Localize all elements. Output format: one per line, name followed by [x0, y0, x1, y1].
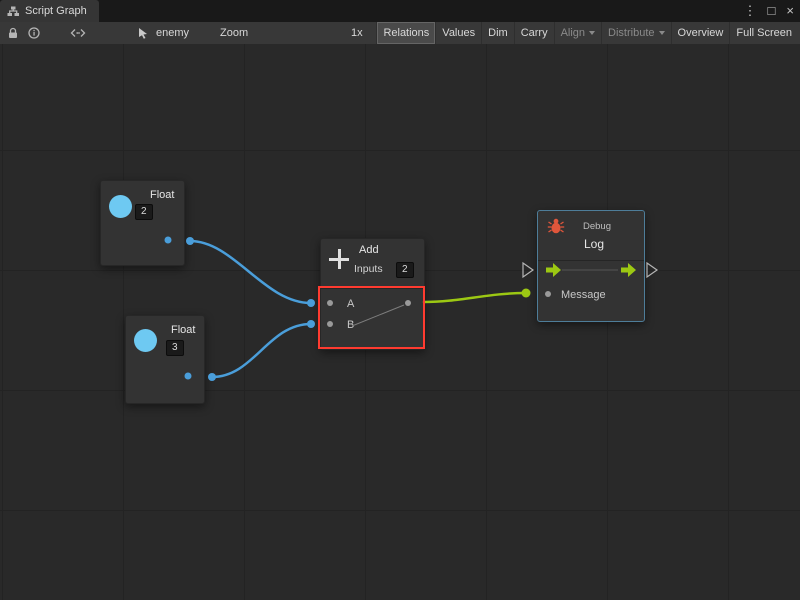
node-title: Log: [584, 237, 604, 251]
graph-toolbar: enemy Zoom 1x Relations Values Dim Carry…: [0, 22, 800, 45]
node-float-1[interactable]: Float 2: [100, 180, 185, 266]
wire-endpoint[interactable]: [186, 237, 194, 245]
wire-float1-to-add-a[interactable]: [190, 241, 311, 303]
toolbar-button-carry[interactable]: Carry: [514, 22, 554, 44]
code-brackets-icon[interactable]: [70, 27, 86, 39]
toolbar-button-distribute[interactable]: Distribute: [601, 22, 670, 44]
toolbar-button-values[interactable]: Values: [435, 22, 481, 44]
info-icon[interactable]: [28, 27, 40, 39]
window-controls: ⋮ □ ×: [744, 0, 794, 22]
node-category: Debug: [583, 221, 611, 232]
toolbar-button-align[interactable]: Align: [554, 22, 601, 44]
inputs-label: Inputs: [354, 263, 383, 275]
plus-icon: [329, 249, 349, 269]
graph-canvas[interactable]: Float 2 Float 3 Add Inputs 2 A B: [0, 44, 800, 600]
float-value-field[interactable]: 3: [166, 340, 184, 356]
zoom-value: 1x: [351, 22, 363, 44]
float-value-field[interactable]: 2: [135, 204, 153, 220]
wire-endpoint[interactable]: [208, 373, 216, 381]
tab-script-graph[interactable]: Script Graph: [0, 0, 99, 22]
selection-highlight-red: [318, 286, 425, 349]
node-title: Float: [150, 189, 174, 201]
port-label-message: Message: [561, 289, 606, 302]
wire-endpoint[interactable]: [307, 299, 315, 307]
toolbar-button-distribute-label: Distribute: [608, 27, 654, 39]
node-divider: [538, 260, 644, 261]
node-title: Float: [171, 324, 195, 336]
zoom-label: Zoom: [220, 22, 248, 44]
script-graph-icon: [7, 6, 19, 17]
unity-script-graph-window: Script Graph ⋮ □ × enemy: [0, 0, 800, 600]
window-maximize-button[interactable]: □: [768, 0, 776, 22]
wire-endpoint[interactable]: [307, 320, 315, 328]
window-close-button[interactable]: ×: [786, 0, 794, 22]
node-float-2[interactable]: Float 3: [125, 315, 205, 404]
toolbar-button-full-screen[interactable]: Full Screen: [729, 22, 798, 44]
lock-icon[interactable]: [7, 27, 19, 39]
wire-endpoint[interactable]: [522, 289, 531, 298]
toolbar-button-dim[interactable]: Dim: [481, 22, 514, 44]
graph-target-field[interactable]: enemy: [138, 22, 189, 44]
debug-flow-input-port[interactable]: [523, 263, 533, 277]
float-circle-icon: [134, 329, 157, 352]
debug-flow-output-port[interactable]: [647, 263, 657, 277]
node-title: Add: [359, 244, 379, 256]
float-circle-icon: [109, 195, 132, 218]
toolbar-button-relations[interactable]: Relations: [376, 22, 435, 44]
node-debug-log[interactable]: Debug Log Message: [537, 210, 645, 322]
toolbar-button-align-label: Align: [561, 27, 585, 39]
wire-add-to-debug-message[interactable]: [424, 293, 526, 302]
window-menu-button[interactable]: ⋮: [744, 0, 757, 22]
pointer-icon: [138, 27, 150, 40]
wire-float2-to-add-b[interactable]: [212, 324, 311, 377]
toolbar-buttons: Relations Values Dim Carry Align Distrib…: [376, 22, 798, 44]
graph-target-name: enemy: [156, 27, 189, 39]
toolbar-button-overview[interactable]: Overview: [671, 22, 730, 44]
inputs-count-field[interactable]: 2: [396, 262, 414, 278]
window-titlebar: Script Graph ⋮ □ ×: [0, 0, 800, 22]
chevron-down-icon: [659, 31, 665, 35]
chevron-down-icon: [589, 31, 595, 35]
bug-icon: [547, 218, 565, 235]
tab-title: Script Graph: [25, 5, 87, 17]
